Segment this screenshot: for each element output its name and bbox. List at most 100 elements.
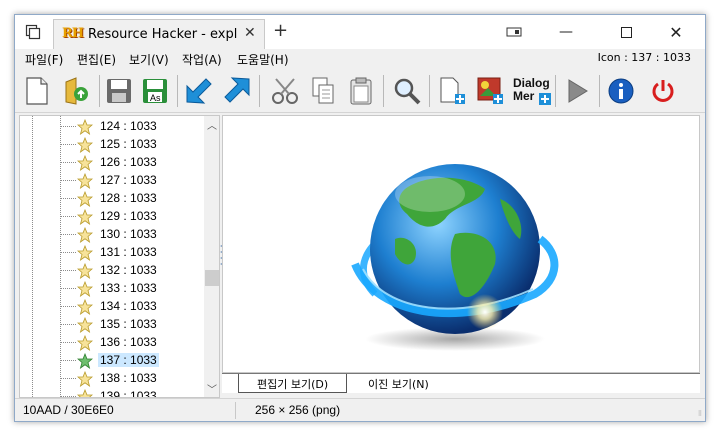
tree-item[interactable]: 128 : 1033 — [20, 190, 200, 208]
save-button[interactable] — [103, 75, 135, 107]
tree-item-label: 136 : 1033 — [100, 335, 157, 349]
tree-item[interactable]: 134 : 1033 — [20, 298, 200, 316]
tree-item-label: 124 : 1033 — [100, 119, 157, 133]
star-icon — [77, 209, 93, 225]
tree-connector — [60, 378, 76, 379]
tree-connector — [60, 360, 76, 361]
new-tab-icon[interactable]: + — [273, 20, 288, 41]
tab-editor-view[interactable]: 편집기 보기(D) — [238, 374, 348, 393]
tree-item[interactable]: 132 : 1033 — [20, 262, 200, 280]
tree-item[interactable]: 131 : 1033 — [20, 244, 200, 262]
cut-button[interactable] — [269, 75, 301, 107]
new-button[interactable] — [21, 75, 53, 107]
add-resource-button[interactable] — [437, 75, 469, 107]
menu-action[interactable]: 작업(A) — [182, 51, 222, 68]
tree-item[interactable]: 126 : 1033 — [20, 154, 200, 172]
status-offset: 10AAD / 30E6E0 — [23, 403, 114, 417]
play-icon — [568, 79, 588, 103]
tree-item[interactable]: 135 : 1033 — [20, 316, 200, 334]
tree-connector — [60, 144, 76, 145]
compile-up-button[interactable] — [221, 75, 253, 107]
dialog-menu-button[interactable]: Dialog Mer — [513, 75, 551, 107]
tree-item[interactable]: 138 : 1033 — [20, 370, 200, 388]
resource-tree[interactable]: 124 : 1033 125 : 1033 126 : 1033 127 : 1033… — [19, 115, 220, 398]
star-icon — [77, 227, 93, 243]
star-icon — [77, 245, 93, 261]
menu-view[interactable]: 보기(V) — [129, 51, 169, 68]
close-icon: ✕ — [669, 22, 683, 42]
about-button[interactable] — [605, 75, 637, 107]
tree-connector — [60, 288, 76, 289]
tree-item[interactable]: 129 : 1033 — [20, 208, 200, 226]
tree-scrollbar[interactable]: ︿ ﹀ — [204, 116, 219, 397]
star-icon — [77, 155, 93, 171]
star-icon — [77, 191, 93, 207]
scroll-up-icon[interactable]: ︿ — [204, 116, 219, 132]
toolbar-separator — [429, 75, 430, 107]
tree-item[interactable]: 124 : 1033 — [20, 118, 200, 136]
toolbar-separator — [99, 75, 100, 107]
tree-item-label: 134 : 1033 — [100, 299, 157, 313]
tree-item-label: 127 : 1033 — [100, 173, 157, 187]
tab-binary-view[interactable]: 이진 보기(N) — [350, 374, 447, 393]
menu-file[interactable]: 파일(F) — [25, 51, 63, 68]
plus-icon — [539, 93, 551, 105]
tree-item-label: 139 : 1033 — [100, 389, 157, 398]
compile-button[interactable] — [183, 75, 215, 107]
tree-item[interactable]: 130 : 1033 — [20, 226, 200, 244]
add-resource-icon — [440, 77, 465, 104]
add-image-button[interactable] — [475, 75, 507, 107]
minimize-icon: — — [559, 24, 573, 40]
tree-item-label: 130 : 1033 — [100, 227, 157, 241]
maximize-button[interactable] — [603, 15, 649, 49]
menu-edit[interactable]: 편집(E) — [77, 51, 116, 68]
menu-help[interactable]: 도움말(H) — [237, 51, 289, 68]
open-button[interactable] — [61, 75, 93, 107]
dialog-menu-label-line2: Mer — [513, 89, 535, 103]
save-as-button[interactable]: As — [139, 75, 171, 107]
star-icon — [77, 389, 93, 397]
tree-item[interactable]: 125 : 1033 — [20, 136, 200, 154]
tree-item-label: 137 : 1033 — [98, 353, 159, 367]
toolbar-separator — [177, 75, 178, 107]
resize-grip-icon[interactable]: ⁝⁝ — [698, 409, 702, 418]
tree-connector — [60, 234, 76, 235]
app-logo: RH — [62, 26, 84, 41]
add-image-icon — [477, 77, 503, 104]
maximize-icon — [620, 26, 632, 38]
scroll-thumb[interactable] — [205, 270, 219, 286]
tree-item[interactable]: 127 : 1033 — [20, 172, 200, 190]
tree-connector — [60, 180, 76, 181]
star-icon — [77, 335, 93, 351]
menu-bar: 파일(F) 편집(E) 보기(V) 작업(A) 도움말(H) Icon : 13… — [15, 49, 705, 69]
exit-button[interactable] — [647, 75, 679, 107]
paste-button[interactable] — [345, 75, 377, 107]
status-bar: 10AAD / 30E6E0 256 × 256 (png) ⁝⁝ — [15, 398, 705, 421]
tablet-mode-button[interactable] — [491, 15, 537, 49]
tab-switcher-button[interactable] — [15, 15, 51, 49]
dialog-menu-icon: Dialog Mer — [513, 75, 551, 107]
scroll-down-icon[interactable]: ﹀ — [204, 380, 219, 396]
run-button[interactable] — [561, 75, 593, 107]
star-icon — [77, 119, 93, 135]
close-button[interactable]: ✕ — [653, 15, 699, 49]
active-tab[interactable]: RH Resource Hacker - expl ✕ — [53, 19, 265, 49]
toolbar-separator — [599, 75, 600, 107]
copy-button[interactable] — [307, 75, 339, 107]
tree-item[interactable]: 136 : 1033 — [20, 334, 200, 352]
find-button[interactable] — [391, 75, 423, 107]
minimize-button[interactable]: — — [543, 15, 589, 49]
tree-item[interactable]: 137 : 1033 — [20, 352, 200, 370]
tree-item[interactable]: 133 : 1033 — [20, 280, 200, 298]
tree-connector — [60, 252, 76, 253]
current-resource-label: Icon : 137 : 1033 — [597, 51, 691, 64]
close-tab-icon[interactable]: ✕ — [244, 25, 256, 41]
tree-item[interactable]: 139 : 1033 — [20, 388, 200, 398]
power-icon — [652, 80, 674, 102]
compile-down-icon — [186, 78, 212, 104]
compile-up-icon — [224, 77, 250, 103]
status-divider — [235, 402, 236, 419]
tree-item-label: 132 : 1033 — [100, 263, 157, 277]
status-image-info: 256 × 256 (png) — [255, 403, 341, 417]
cut-icon — [272, 78, 298, 104]
